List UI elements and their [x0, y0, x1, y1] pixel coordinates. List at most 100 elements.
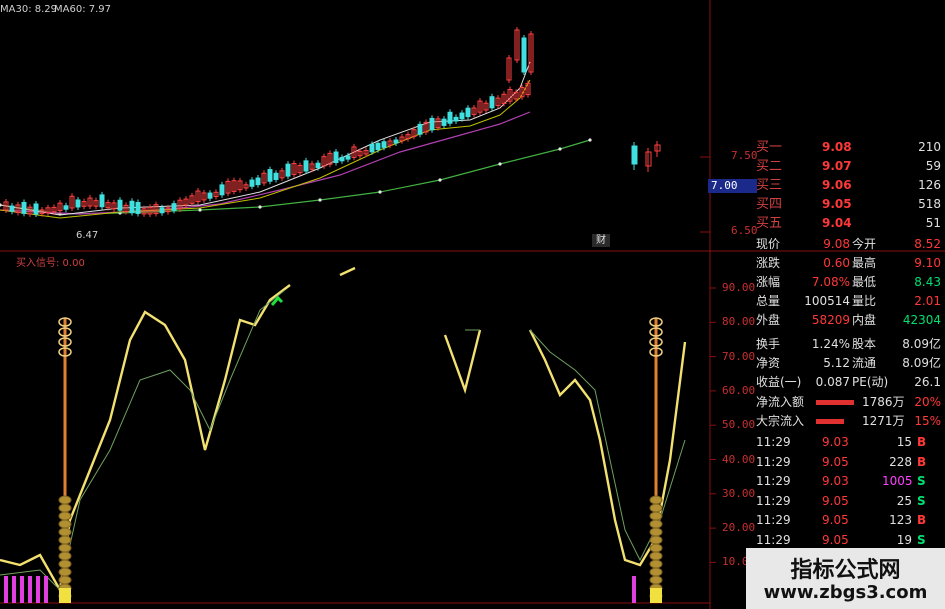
candle-body [33, 203, 39, 215]
trade-row: 11:29 9.05 25 S [712, 492, 945, 511]
flow-label: 净流入额 [756, 395, 805, 409]
candle-body [631, 145, 638, 165]
trade-time: 11:29 [756, 532, 791, 547]
tower-base [649, 543, 663, 553]
flow-row: 大宗流入 1271万 15% [712, 412, 945, 431]
watermark-url: www.zbgs3.com [763, 582, 928, 603]
stat-value: 58209 [811, 313, 850, 327]
candle-body [9, 205, 15, 212]
flow-bar [816, 419, 844, 424]
flow-pct: 20% [914, 395, 941, 409]
candle-body [429, 117, 435, 131]
ma30-line [0, 111, 531, 215]
candle-body [381, 141, 387, 148]
stat-label: 涨跌 [756, 256, 781, 270]
tower-base [58, 551, 72, 561]
order-book-label: 买一 [756, 140, 783, 155]
trade-side: B [917, 435, 927, 449]
tower-base [649, 495, 663, 505]
order-book-label: 买三 [756, 178, 783, 193]
stat-label: 涨幅 [756, 275, 781, 289]
quote-stat-row: 收益(一) 0.087 PE(动) 26.1 [712, 373, 945, 392]
candle-body [135, 202, 141, 214]
stat-value: 9.10 [914, 256, 941, 270]
trade-price: 9.05 [822, 513, 849, 527]
stat-label: 总量 [756, 294, 781, 308]
trade-side: S [917, 532, 926, 547]
stat-value: 0.60 [823, 256, 850, 270]
stat-label: 收益(一) [756, 375, 802, 389]
order-book-volume: 51 [925, 216, 941, 230]
stat-value: 26.1 [914, 375, 941, 389]
tower-base [649, 511, 663, 521]
finance-badge[interactable]: 财 [592, 234, 610, 247]
ma-short-line [0, 61, 531, 216]
order-book-price: 9.06 [822, 178, 852, 192]
low-price-marker: 6.47 [76, 230, 99, 241]
candle-body [219, 184, 225, 196]
trade-row: 11:29 9.03 15 B [712, 433, 945, 452]
order-book-volume: 518 [918, 197, 941, 211]
stat-value: 1.24% [811, 337, 850, 351]
candle-body [303, 160, 309, 172]
order-book-label: 买四 [756, 197, 783, 212]
stat-value: 7.08% [811, 275, 850, 289]
candle-body [249, 179, 255, 187]
tower-base [58, 535, 72, 545]
trade-side: B [917, 513, 927, 527]
stat-label: 换手 [756, 337, 781, 351]
stat-value: 8.43 [914, 275, 941, 289]
trade-time: 11:29 [756, 435, 791, 449]
order-book-row: 买二 9.07 59 [712, 157, 945, 176]
signal-line [339, 266, 356, 277]
flow-bar [816, 400, 854, 405]
trade-side: B [917, 454, 927, 469]
quote-stat-row: 外盘 58209 内盘 42304 [712, 311, 945, 330]
quote-stat-row: 现价 9.08 今开 8.52 [712, 235, 945, 254]
candle-body [521, 37, 527, 73]
trade-price: 9.05 [822, 493, 849, 508]
signal-bar [36, 576, 40, 603]
candle-body [159, 207, 165, 214]
stat-label: 股本 [852, 337, 877, 351]
signal-bar [632, 576, 636, 603]
trade-volume: 15 [896, 435, 912, 449]
tower-base [58, 543, 72, 553]
candle-body [267, 169, 273, 182]
flow-row: 净流入额 1786万 20% [712, 393, 945, 412]
trade-volume: 1005 [882, 474, 913, 488]
watermark: 指标公式网 www.zbgs3.com [746, 548, 945, 609]
candle-body [171, 203, 177, 211]
trade-time: 11:29 [756, 513, 791, 527]
tower-base [649, 559, 663, 569]
signal-ma-line [0, 289, 286, 591]
order-book-label: 买二 [756, 159, 783, 174]
trade-volume: 25 [896, 493, 912, 508]
trade-side: S [917, 474, 926, 488]
quote-stat-row: 涨幅 7.08% 最低 8.43 [712, 273, 945, 292]
ma60-point [588, 138, 592, 142]
indicator-title: 买入信号: 0.00 [16, 258, 85, 269]
trade-price: 9.05 [822, 454, 849, 469]
tower-base [58, 575, 72, 585]
ma60-label: MA60: 7.97 [54, 4, 112, 15]
trade-time: 11:29 [756, 493, 791, 508]
ma30-label: MA30: 8.29 [0, 4, 58, 15]
candle-body [459, 112, 465, 120]
order-book-label: 买五 [756, 216, 783, 231]
ma60-point [198, 208, 202, 212]
tower-foot [650, 588, 662, 603]
signal-bar [4, 576, 8, 603]
stat-value: 42304 [902, 313, 941, 327]
flow-pct: 15% [914, 414, 941, 428]
trade-price: 9.03 [822, 435, 849, 449]
ma60-point [558, 147, 562, 151]
candle-body [453, 116, 459, 122]
order-book-row: 买五 9.04 51 [712, 214, 945, 233]
trade-row: 11:29 9.05 19 S [712, 531, 945, 550]
stat-value: 5.12 [823, 356, 850, 370]
ma60-point [498, 162, 502, 166]
candle-body [99, 194, 105, 208]
signal-bar [12, 576, 16, 603]
candle-body [129, 200, 135, 214]
